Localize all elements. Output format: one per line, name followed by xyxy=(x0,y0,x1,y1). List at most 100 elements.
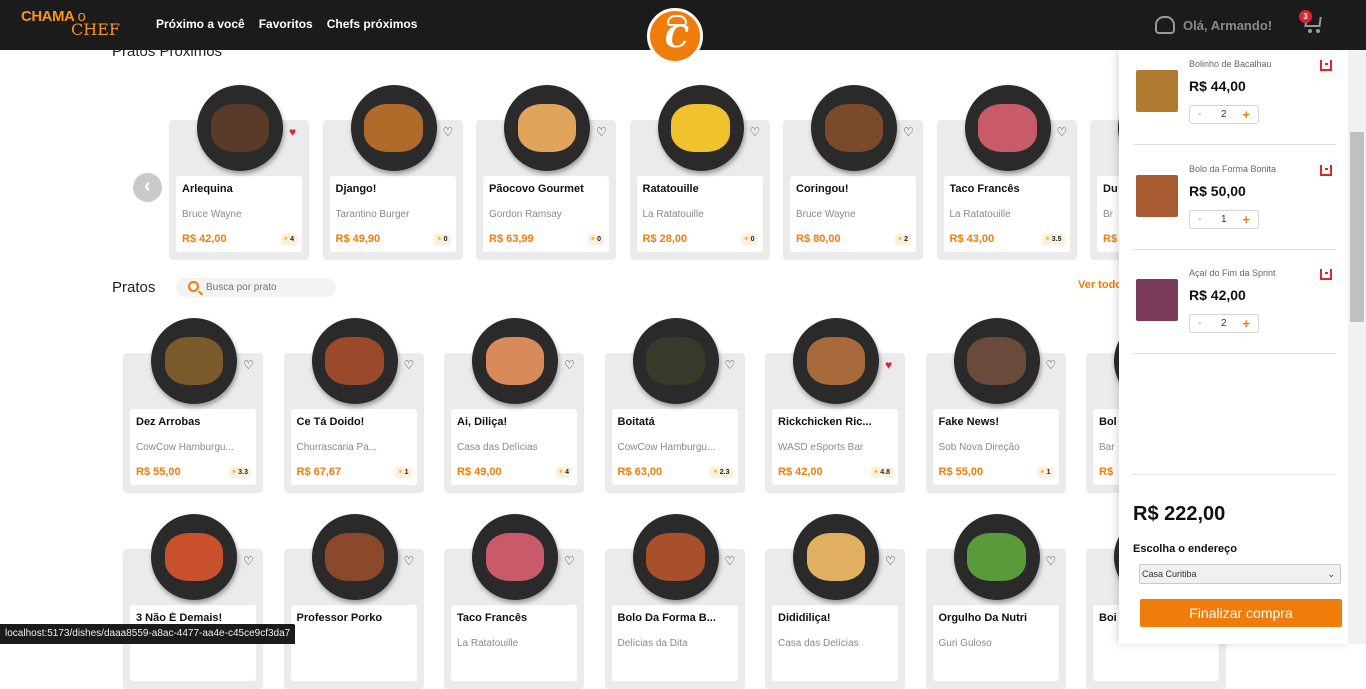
increase-qty-button[interactable]: + xyxy=(1242,212,1250,227)
scrollbar-thumb[interactable] xyxy=(1350,132,1364,322)
address-select[interactable]: Casa Curitiba ⌄ xyxy=(1139,564,1341,584)
dish-image[interactable] xyxy=(953,318,1040,404)
carousel-prev-button[interactable]: ‹ xyxy=(133,173,162,202)
heart-icon[interactable]: ♡ xyxy=(564,555,575,567)
dish-chef: WASD eSports Bar xyxy=(778,442,864,453)
heart-icon[interactable]: ♥ xyxy=(289,126,296,138)
quantity-stepper: - 1 + xyxy=(1189,209,1259,229)
dish-image[interactable] xyxy=(953,514,1040,600)
dish-chef: CowCow Hamburgu... xyxy=(617,442,716,453)
checkout-button[interactable]: Finalizar compra xyxy=(1140,599,1342,627)
heart-icon[interactable]: ♡ xyxy=(885,555,896,567)
dish-image[interactable] xyxy=(151,318,237,404)
heart-icon[interactable]: ♡ xyxy=(243,555,254,567)
page-scrollbar[interactable] xyxy=(1348,50,1366,644)
decrease-qty-button[interactable]: - xyxy=(1198,109,1201,120)
heart-icon[interactable]: ♡ xyxy=(1046,555,1057,567)
app-logo[interactable]: CHAMA o CHEF xyxy=(21,8,120,38)
dish-price: R$ 63,99 xyxy=(489,233,534,245)
dish-image[interactable] xyxy=(632,514,719,600)
dish-rating: 0 xyxy=(741,234,758,245)
dish-rating: 2.3 xyxy=(710,467,733,478)
dish-image[interactable] xyxy=(632,318,719,404)
center-brand-logo[interactable]: C xyxy=(647,8,703,64)
cart-wheel xyxy=(1308,29,1312,33)
dish-name: Arlequina xyxy=(182,183,233,195)
dish-card-info: Professor Porko xyxy=(290,605,417,681)
dish-image[interactable] xyxy=(504,85,590,171)
decrease-qty-button[interactable]: - xyxy=(1198,318,1201,329)
search-input[interactable] xyxy=(206,280,326,295)
user-menu[interactable]: Olá, Armando! xyxy=(1155,16,1272,34)
increase-qty-button[interactable]: + xyxy=(1242,316,1250,331)
top-bar: CHAMA o CHEF Próximo a você Favoritos Ch… xyxy=(0,0,1366,64)
main-nav: Próximo a você Favoritos Chefs próximos xyxy=(156,17,417,31)
quantity-value: 2 xyxy=(1221,318,1227,329)
cart-item-name: Bolinho de Bacalhau xyxy=(1189,59,1272,69)
dish-image[interactable] xyxy=(811,85,897,171)
dish-image[interactable] xyxy=(472,318,558,404)
heart-icon[interactable]: ♡ xyxy=(1057,126,1068,138)
divider xyxy=(1133,474,1336,475)
browser-status-url: localhost:5173/dishes/daaa8559-a8ac-4477… xyxy=(0,624,296,644)
dish-image[interactable] xyxy=(311,514,398,600)
heart-icon[interactable]: ♡ xyxy=(564,359,575,371)
chevron-down-icon: ⌄ xyxy=(1327,569,1335,579)
dish-search-box xyxy=(176,278,336,297)
cart-item-price: R$ 44,00 xyxy=(1189,78,1246,94)
dish-image[interactable] xyxy=(793,318,879,404)
user-greeting: Olá, Armando! xyxy=(1183,17,1273,33)
dish-chef: Gordon Ramsay xyxy=(489,209,562,220)
remove-from-cart-icon[interactable] xyxy=(1320,164,1332,176)
dish-card-info: Pãocovo Gourmet Gordon Ramsay R$ 63,99 0 xyxy=(483,176,609,252)
dish-name: Ai, Diliça! xyxy=(457,416,508,428)
cart-button[interactable]: 3 xyxy=(1299,10,1324,34)
dish-image[interactable] xyxy=(657,85,744,171)
dish-image[interactable] xyxy=(311,318,398,404)
cart-wheel xyxy=(1316,29,1320,33)
heart-icon[interactable]: ♡ xyxy=(404,359,415,371)
dish-card-info: Taco Francês La Ratatouille R$ 43,00 3.5 xyxy=(943,176,1070,252)
quantity-stepper: - 2 + xyxy=(1189,314,1259,333)
nav-favoritos[interactable]: Favoritos xyxy=(259,17,313,31)
remove-from-cart-icon[interactable] xyxy=(1320,60,1332,71)
heart-icon[interactable]: ♡ xyxy=(443,126,454,138)
cart-item-name: Açaí do Fim da Sprint xyxy=(1189,268,1276,278)
heart-icon[interactable]: ♡ xyxy=(596,126,607,138)
logo-word-chama: CHAMA xyxy=(21,8,74,25)
dish-name: Ce Tá Doido! xyxy=(296,416,365,428)
quantity-value: 2 xyxy=(1221,109,1227,120)
dish-price: R$ 42,00 xyxy=(778,466,823,478)
heart-icon[interactable]: ♡ xyxy=(404,555,415,567)
heart-icon[interactable]: ♡ xyxy=(725,359,736,371)
increase-qty-button[interactable]: + xyxy=(1242,107,1250,122)
dish-image[interactable] xyxy=(350,85,437,171)
dish-rating: 4.8 xyxy=(870,467,893,478)
dish-chef: Bruce Wayne xyxy=(796,209,856,220)
search-icon xyxy=(188,281,199,292)
address-selected-value: Casa Curitiba xyxy=(1142,569,1197,579)
dish-price: R$ 63,00 xyxy=(617,466,663,478)
brand-letter: C xyxy=(665,20,689,55)
dish-rating: 2 xyxy=(894,234,911,245)
heart-icon[interactable]: ♡ xyxy=(1046,359,1057,371)
heart-icon[interactable]: ♡ xyxy=(750,126,761,138)
dish-image[interactable] xyxy=(151,514,237,600)
address-label: Escolha o endereço xyxy=(1133,543,1237,555)
nav-chefs[interactable]: Chefs próximos xyxy=(327,17,418,31)
remove-from-cart-icon[interactable] xyxy=(1320,269,1332,280)
dish-card-info: Coringou! Bruce Wayne R$ 80,00 2 xyxy=(790,176,916,252)
dish-image[interactable] xyxy=(964,85,1051,171)
dish-name: Pãocovo Gourmet xyxy=(489,183,584,195)
heart-icon[interactable]: ♡ xyxy=(725,555,736,567)
decrease-qty-button[interactable]: - xyxy=(1198,214,1201,225)
dish-image[interactable] xyxy=(472,514,558,600)
nav-proximo[interactable]: Próximo a você xyxy=(156,17,245,31)
dish-card-info: Orgulho Da Nutri Guri Guloso xyxy=(932,605,1059,681)
dish-image[interactable] xyxy=(793,514,879,600)
heart-icon[interactable]: ♡ xyxy=(903,126,914,138)
heart-icon[interactable]: ♡ xyxy=(243,359,254,371)
dish-rating: 4 xyxy=(555,467,572,478)
heart-icon[interactable]: ♥ xyxy=(885,359,892,371)
dish-image[interactable] xyxy=(197,85,283,171)
